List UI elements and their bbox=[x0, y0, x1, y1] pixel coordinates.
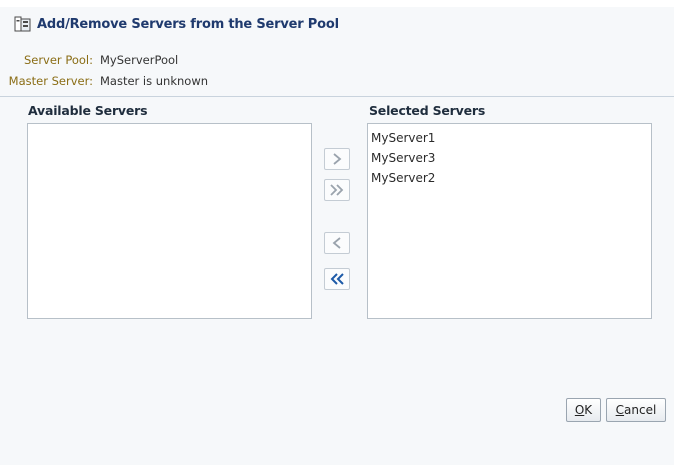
remove-all-button[interactable] bbox=[324, 268, 350, 290]
master-server-row: Master Server: Master is unknown bbox=[0, 73, 208, 89]
list-item[interactable]: MyServer2 bbox=[368, 168, 651, 188]
available-servers-list[interactable] bbox=[27, 123, 312, 319]
list-item[interactable]: MyServer3 bbox=[368, 148, 651, 168]
list-item[interactable]: MyServer1 bbox=[368, 128, 651, 148]
move-button[interactable] bbox=[324, 148, 350, 170]
top-strip bbox=[0, 0, 674, 7]
server-pool-value: MyServerPool bbox=[100, 53, 179, 67]
section-divider bbox=[0, 96, 674, 97]
double-chevron-right-icon bbox=[329, 183, 345, 197]
cancel-label-rest: ancel bbox=[624, 403, 657, 417]
cancel-button[interactable]: Cancel bbox=[606, 398, 666, 422]
server-pool-label: Server Pool: bbox=[23, 53, 93, 67]
ok-button[interactable]: OK bbox=[566, 398, 601, 422]
double-chevron-left-icon bbox=[329, 272, 345, 286]
selected-servers-list[interactable]: MyServer1 MyServer3 MyServer2 bbox=[367, 123, 652, 319]
selected-servers-title: Selected Servers bbox=[369, 103, 486, 118]
chevron-left-icon bbox=[330, 236, 344, 250]
ok-mnemonic: O bbox=[574, 403, 585, 417]
move-all-button[interactable] bbox=[324, 179, 350, 201]
remove-button[interactable] bbox=[324, 232, 350, 254]
ok-label-rest: K bbox=[584, 403, 593, 417]
dialog-title: Add/Remove Servers from the Server Pool bbox=[37, 16, 339, 32]
dialog-title-bar: Add/Remove Servers from the Server Pool bbox=[14, 14, 339, 34]
available-servers-title: Available Servers bbox=[28, 103, 148, 118]
master-server-value: Master is unknown bbox=[100, 74, 209, 88]
master-server-label: Master Server: bbox=[8, 74, 93, 88]
chevron-right-icon bbox=[330, 152, 344, 166]
cancel-mnemonic: C bbox=[615, 403, 625, 417]
server-pool-row: Server Pool: MyServerPool bbox=[0, 52, 178, 68]
server-pool-icon bbox=[14, 15, 32, 33]
add-remove-servers-dialog: Add/Remove Servers from the Server Pool … bbox=[0, 0, 674, 465]
